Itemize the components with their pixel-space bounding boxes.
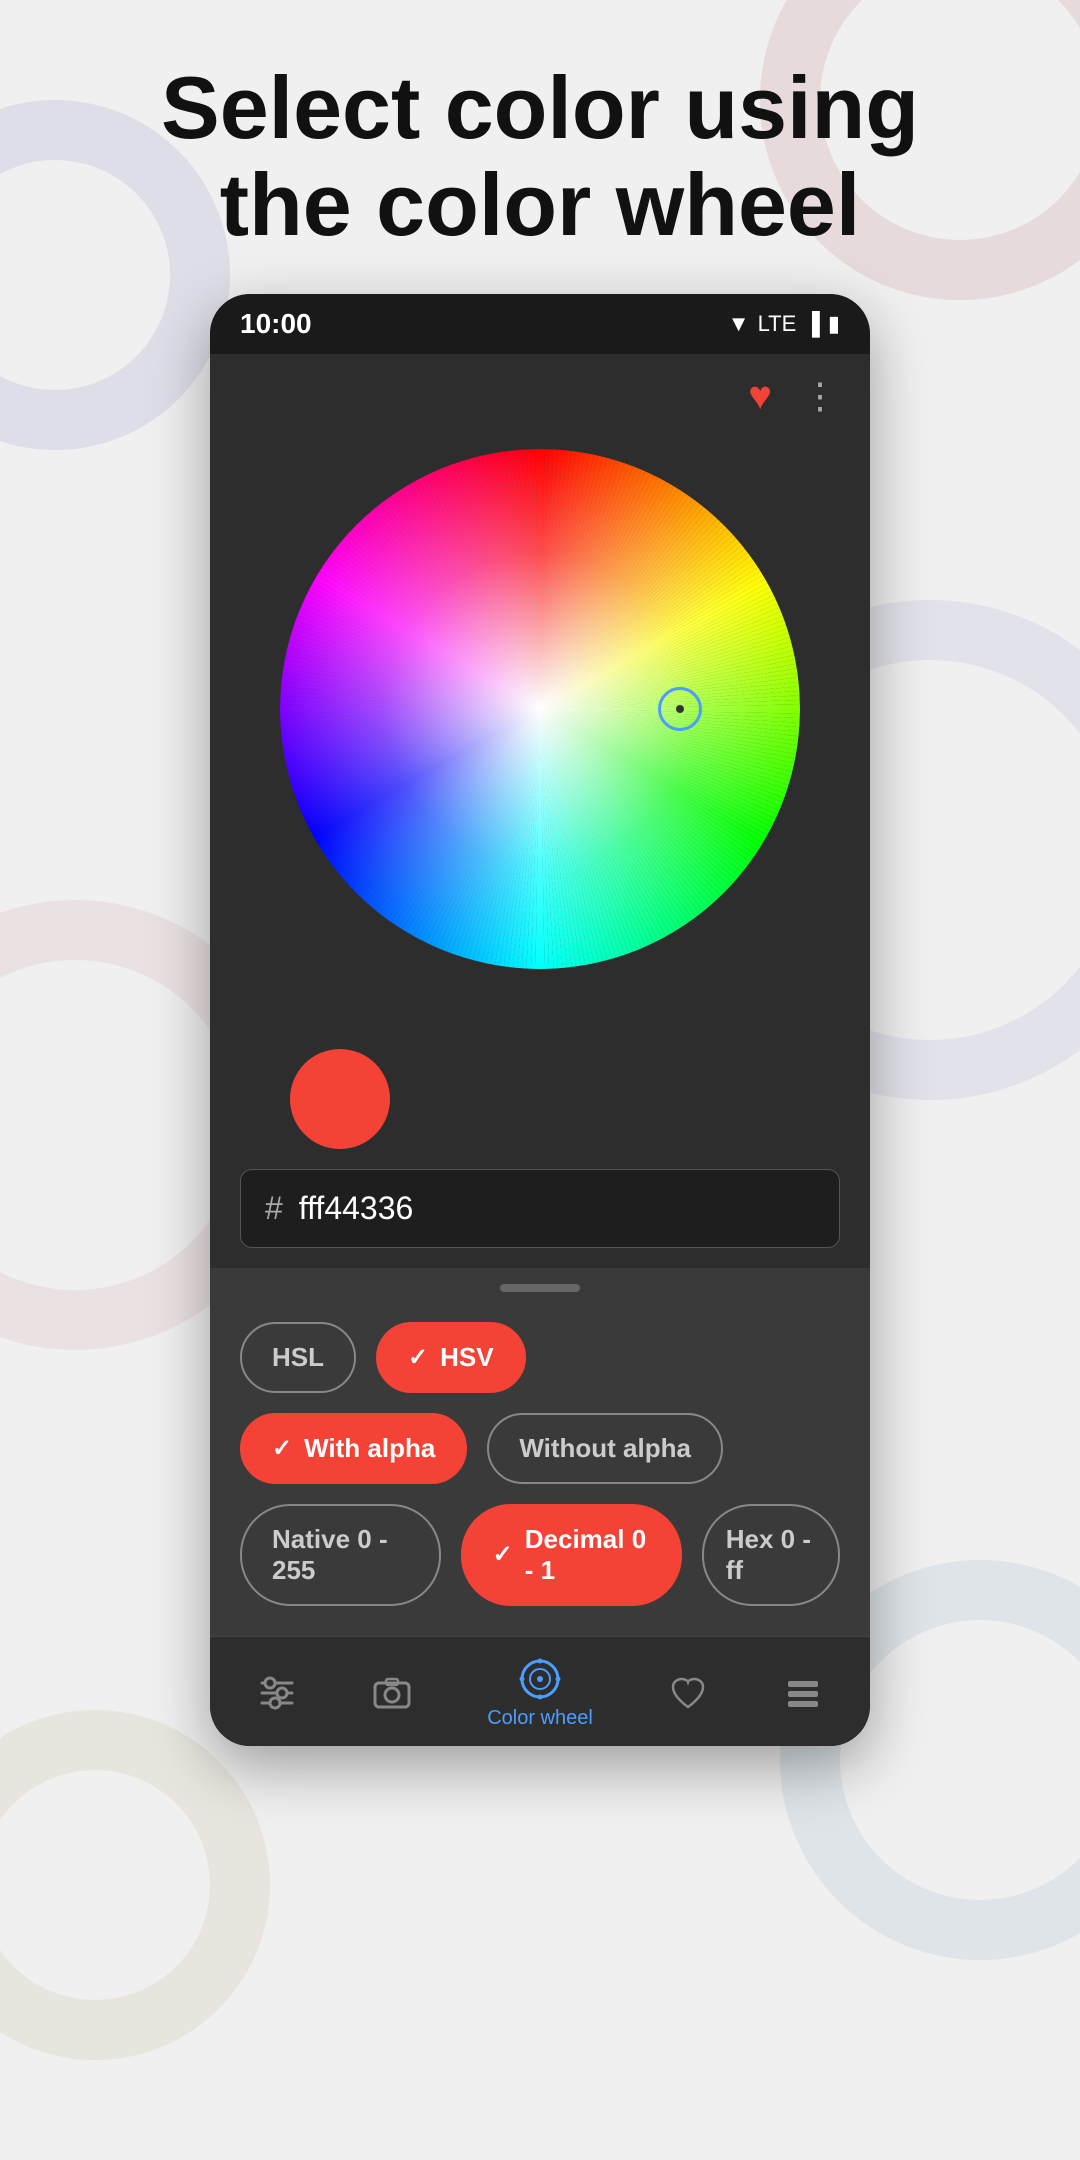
phone-frame: 10:00 ▼ LTE ▐ ▮ ♥ ⋮ <box>210 294 870 1746</box>
color-wheel-wrapper[interactable] <box>280 449 800 969</box>
lte-label: LTE <box>758 311 797 337</box>
decimal-label: Decimal 0 - 1 <box>525 1524 650 1586</box>
nav-item-favorites[interactable] <box>668 1673 708 1713</box>
title-line1: Select color using <box>161 58 919 157</box>
hex-input-value[interactable]: fff44336 <box>299 1190 815 1227</box>
color-wheel-nav-icon <box>518 1657 562 1701</box>
hex-range-label: Hex 0 - ff <box>726 1524 816 1586</box>
hsv-button[interactable]: ✓ HSV <box>376 1322 526 1393</box>
camera-icon <box>372 1673 412 1713</box>
options-row-range: Native 0 - 255 ✓ Decimal 0 - 1 Hex 0 - f… <box>240 1504 840 1606</box>
color-preview-circle <box>290 1049 390 1149</box>
status-time: 10:00 <box>240 308 312 340</box>
with-alpha-checkmark: ✓ <box>272 1434 292 1463</box>
nav-item-list[interactable] <box>783 1673 823 1713</box>
native-label: Native 0 - 255 <box>272 1524 409 1586</box>
hsv-checkmark: ✓ <box>408 1343 428 1372</box>
hsl-label: HSL <box>272 1342 324 1373</box>
hex-range-button[interactable]: Hex 0 - ff <box>702 1504 840 1606</box>
hsv-label: HSV <box>440 1342 493 1373</box>
color-wheel-nav-label: Color wheel <box>487 1707 593 1730</box>
hsl-button[interactable]: HSL <box>240 1322 356 1393</box>
without-alpha-label: Without alpha <box>519 1433 691 1464</box>
app-header: ♥ ⋮ <box>210 354 870 439</box>
options-section: HSL ✓ HSV ✓ With alpha Without alpha <box>240 1322 840 1626</box>
signal-icon: ▐ <box>804 311 820 337</box>
options-row-color-model: HSL ✓ HSV <box>240 1322 840 1393</box>
nav-item-camera[interactable] <box>372 1673 412 1713</box>
list-icon <box>783 1673 823 1713</box>
favorite-button[interactable]: ♥ <box>748 374 772 419</box>
bottom-sheet: HSL ✓ HSV ✓ With alpha Without alpha <box>210 1268 870 1636</box>
more-options-button[interactable]: ⋮ <box>802 375 840 417</box>
native-button[interactable]: Native 0 - 255 <box>240 1504 441 1606</box>
sheet-handle <box>500 1284 580 1292</box>
page-title: Select color using the color wheel <box>101 60 979 254</box>
decimal-button[interactable]: ✓ Decimal 0 - 1 <box>461 1504 682 1606</box>
color-wheel[interactable] <box>280 449 800 969</box>
wifi-icon: ▼ <box>728 311 750 337</box>
without-alpha-button[interactable]: Without alpha <box>487 1413 723 1484</box>
color-wheel-container <box>210 439 870 1099</box>
favorites-icon <box>668 1673 708 1713</box>
status-icons: ▼ LTE ▐ ▮ <box>728 311 840 337</box>
nav-item-color-wheel[interactable]: Color wheel <box>487 1657 593 1730</box>
with-alpha-label: With alpha <box>304 1433 435 1464</box>
battery-icon: ▮ <box>828 311 840 337</box>
status-bar: 10:00 ▼ LTE ▐ ▮ <box>210 294 870 354</box>
nav-item-sliders[interactable] <box>257 1673 297 1713</box>
hex-input-box[interactable]: # fff44336 <box>240 1169 840 1248</box>
hex-hash-symbol: # <box>265 1190 283 1227</box>
with-alpha-button[interactable]: ✓ With alpha <box>240 1413 467 1484</box>
sliders-icon <box>257 1673 297 1713</box>
title-line2: the color wheel <box>220 155 861 254</box>
page-wrapper: Select color using the color wheel 10:00… <box>0 0 1080 2160</box>
color-picker-cursor[interactable] <box>658 687 702 731</box>
decimal-checkmark: ✓ <box>493 1540 513 1569</box>
options-row-alpha: ✓ With alpha Without alpha <box>240 1413 840 1484</box>
bottom-nav: Color wheel <box>210 1636 870 1746</box>
